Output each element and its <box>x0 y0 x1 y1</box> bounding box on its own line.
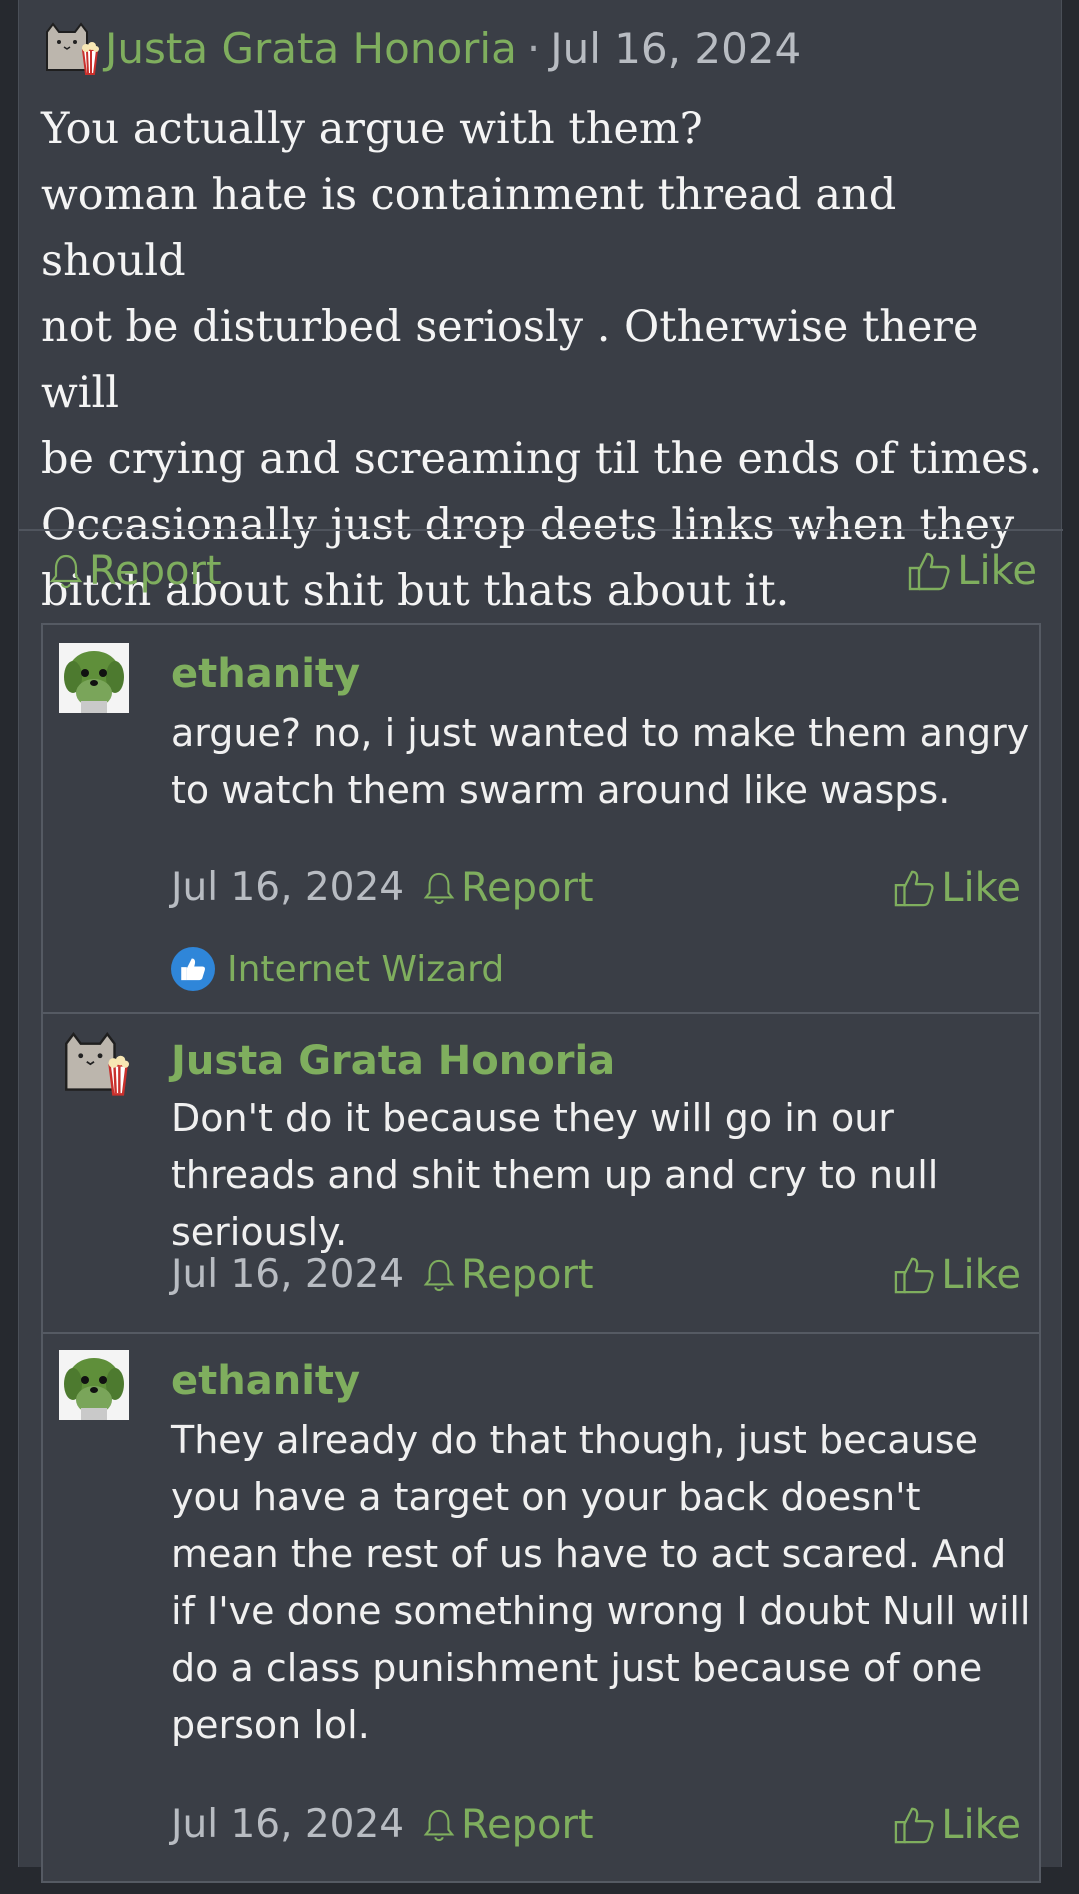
bell-icon <box>423 872 455 905</box>
thumbs-up-icon <box>895 1807 934 1844</box>
reply-like-button[interactable]: Like <box>893 865 1021 911</box>
reply-report-label: Report <box>461 865 594 911</box>
bell-icon <box>49 554 83 589</box>
reply-report-label: Report <box>461 1802 594 1848</box>
reply-date[interactable]: Jul 16, 2024 <box>171 1802 404 1847</box>
post-card: Justa Grata Honoria · Jul 16, 2024 You a… <box>18 0 1063 1883</box>
reaction-summary[interactable]: Internet Wizard <box>171 947 504 991</box>
reply-author-link[interactable]: ethanity <box>171 651 360 697</box>
header-separator: · <box>526 23 541 73</box>
replies-container: ethanity argue? no, i just wanted to mak… <box>41 623 1041 1883</box>
reply-item: ethanity argue? no, i just wanted to mak… <box>43 625 1039 1014</box>
cat-avatar-icon[interactable] <box>41 20 99 76</box>
reply-report-label: Report <box>461 1252 594 1298</box>
post-header: Justa Grata Honoria · Jul 16, 2024 <box>41 20 801 76</box>
post-report-button[interactable]: Report <box>49 548 222 594</box>
reply-like-label: Like <box>941 1252 1021 1298</box>
bell-icon <box>423 1259 455 1292</box>
post-divider <box>19 529 1063 531</box>
reply-date[interactable]: Jul 16, 2024 <box>171 1252 404 1297</box>
bell-icon <box>423 1809 455 1842</box>
reply-date[interactable]: Jul 16, 2024 <box>171 865 404 910</box>
reply-author-link[interactable]: ethanity <box>171 1358 360 1404</box>
reply-report-button[interactable]: Report <box>423 1802 594 1848</box>
thumbs-up-icon <box>909 552 950 591</box>
dog-avatar-icon[interactable] <box>59 643 129 713</box>
post-author-link[interactable]: Justa Grata Honoria <box>105 24 517 73</box>
post-like-label: Like <box>957 548 1037 594</box>
reply-text: They already do that though, just becaus… <box>171 1418 1031 1747</box>
dog-avatar-icon[interactable] <box>59 1350 129 1420</box>
thumbs-up-badge-icon <box>171 947 215 991</box>
post-report-label: Report <box>89 548 222 594</box>
thumbs-up-icon <box>895 870 934 907</box>
reply-author-link[interactable]: Justa Grata Honoria <box>171 1038 615 1084</box>
reply-report-button[interactable]: Report <box>423 865 594 911</box>
reply-item: ethanity They already do that though, ju… <box>43 1334 1039 1894</box>
cat-avatar-icon[interactable] <box>59 1028 129 1098</box>
reply-like-label: Like <box>941 865 1021 911</box>
post-date[interactable]: Jul 16, 2024 <box>550 24 801 73</box>
reply-item: Justa Grata Honoria Don't do it because … <box>43 1014 1039 1334</box>
post-like-button[interactable]: Like <box>907 548 1037 594</box>
reply-text: argue? no, i just wanted to make them an… <box>171 711 1030 812</box>
reply-like-button[interactable]: Like <box>893 1802 1021 1848</box>
post-body: You actually argue with them? woman hate… <box>41 104 1043 616</box>
reaction-user-link[interactable]: Internet Wizard <box>227 949 504 990</box>
thumbs-up-icon <box>895 1257 934 1294</box>
reply-text: Don't do it because they will go in our … <box>171 1096 939 1254</box>
reply-like-label: Like <box>941 1802 1021 1848</box>
reply-like-button[interactable]: Like <box>893 1252 1021 1298</box>
reply-report-button[interactable]: Report <box>423 1252 594 1298</box>
